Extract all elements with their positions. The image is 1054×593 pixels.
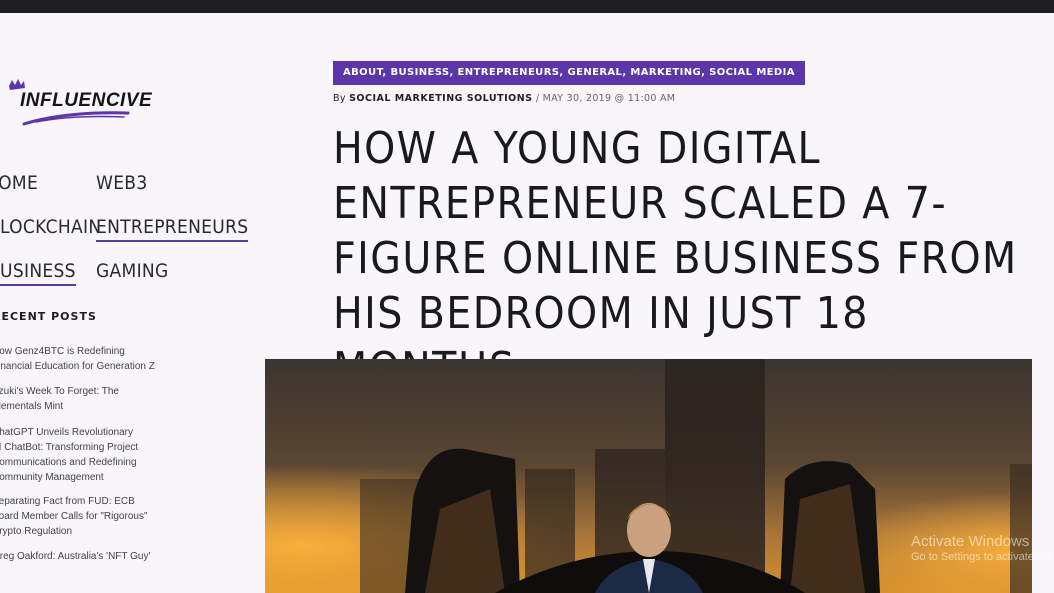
watermark-line-2: Go to Settings to activate Windows. [911, 551, 1054, 563]
nav-item-gaming[interactable]: GAMING [96, 260, 169, 284]
recent-post-title: ChatGPT Unveils Revolutionary AI ChatBot… [0, 427, 139, 483]
nav-item-business[interactable]: BUSINESS [0, 260, 76, 286]
article-headline: HOW A YOUNG DIGITAL ENTREPRENEUR SCALED … [333, 123, 1018, 394]
windows-activation-watermark: Activate Windows Go to Settings to activ… [911, 533, 1054, 563]
browser-top-bar [0, 0, 1054, 13]
category-badge[interactable]: ABOUT, BUSINESS, ENTREPRENEURS, GENERAL,… [333, 61, 805, 85]
recent-post-link[interactable]: ChatGPT Unveils Revolutionary AI ChatBot… [0, 425, 175, 485]
recent-post-title: How Genz4BTC is Redefining Financial Edu… [0, 346, 155, 372]
nav-item-entrepreneurs[interactable]: ENTREPRENEURS [96, 216, 249, 242]
nav-item-web3[interactable]: WEB3 [96, 172, 148, 196]
byline-separator: / [535, 93, 540, 104]
nav-item-home[interactable]: HOME [0, 172, 38, 196]
recent-post-link[interactable]: Separating Fact from FUD: ECB Board Memb… [0, 494, 175, 539]
byline-by: By [333, 93, 346, 104]
recent-posts-heading: RECENT POSTS [0, 310, 97, 323]
byline: By SOCIAL MARKETING SOLUTIONS / MAY 30, … [333, 93, 675, 104]
logo-wordmark: INFLUENCIVE [20, 90, 153, 111]
recent-post-title: Greg Oakford: Australia's 'NFT Guy' [0, 551, 151, 562]
author-link[interactable]: SOCIAL MARKETING SOLUTIONS [349, 93, 532, 104]
recent-post-link[interactable]: Azuki's Week To Forget: The Elementals M… [0, 384, 175, 414]
recent-post-link[interactable]: Greg Oakford: Australia's 'NFT Guy' [0, 549, 175, 564]
influencive-logo[interactable]: INFLUENCIVE [6, 76, 152, 130]
watermark-line-1: Activate Windows [911, 533, 1030, 550]
post-date: MAY 30, 2019 @ 11:00 AM [542, 93, 676, 104]
recent-post-title: Separating Fact from FUD: ECB Board Memb… [0, 496, 148, 537]
nav-item-blockchain[interactable]: BLOCKCHAIN [0, 216, 101, 240]
recent-post-link[interactable]: How Genz4BTC is Redefining Financial Edu… [0, 344, 175, 374]
recent-post-title: Azuki's Week To Forget: The Elementals M… [0, 386, 119, 412]
